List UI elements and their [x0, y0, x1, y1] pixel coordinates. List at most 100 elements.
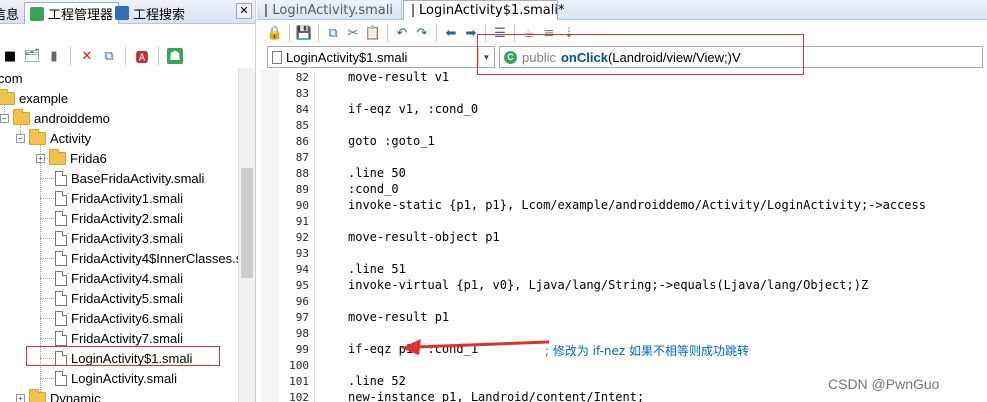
android-icon: [30, 6, 44, 21]
expand-icon[interactable]: +: [16, 393, 25, 402]
tree-item-label: FridaActivity5.smali: [71, 290, 183, 306]
bookmark-icon[interactable]: ▮: [46, 48, 62, 64]
tree-guide: [40, 258, 54, 259]
file-icon: [55, 170, 67, 186]
scrollbar-thumb[interactable]: [241, 168, 253, 278]
tree-item-label: BaseFridaActivity.smali: [71, 170, 205, 186]
back-icon[interactable]: ⬅: [443, 25, 459, 41]
tree-item-file[interactable]: FridaActivity7.smali: [55, 328, 183, 348]
code-line: .line 52: [348, 374, 406, 388]
code-line: goto :goto_1: [348, 134, 435, 148]
stop-icon[interactable]: ■: [2, 48, 18, 64]
toolbar-separator: [158, 47, 159, 65]
code-line: new-instance p1, Landroid/content/Intent…: [348, 390, 645, 402]
tree-item-file[interactable]: BaseFridaActivity.smali: [55, 168, 204, 188]
find-file-icon[interactable]: 🗂: [24, 48, 41, 64]
tree-scrollbar[interactable]: [238, 68, 255, 402]
tree-item-file[interactable]: FridaActivity4.smali: [55, 268, 183, 288]
redo-icon[interactable]: ↷: [414, 25, 430, 41]
line-number: 86: [295, 135, 309, 148]
tree-item-file[interactable]: FridaActivity4$InnerClasses.s: [55, 248, 242, 268]
tree-item-label: example: [19, 90, 69, 106]
toolbar-separator: [70, 47, 71, 65]
tab-info[interactable]: 信息: [0, 2, 24, 24]
highlight-box: [477, 34, 804, 75]
tree-item-label: FridaActivity6.smali: [71, 310, 183, 326]
tree-item-file[interactable]: LoginActivity.smali: [55, 368, 177, 388]
tree-item-file[interactable]: FridaActivity1.smali: [55, 188, 183, 208]
toolbar-separator: [289, 24, 290, 42]
tree-guide: [40, 178, 54, 179]
class-selector[interactable]: LoginActivity$1.smali ▼: [267, 46, 495, 68]
tree-item-activity[interactable]: − Activity: [16, 128, 91, 148]
android-build-icon[interactable]: ☗: [167, 48, 183, 64]
file-icon: [55, 290, 67, 306]
tab-project-search[interactable]: 工程搜索: [110, 2, 190, 24]
line-number: 95: [295, 279, 309, 292]
tree-item-example[interactable]: example: [0, 88, 68, 108]
lock-icon[interactable]: 🔒: [267, 25, 283, 41]
file-icon: [55, 210, 67, 226]
line-number: 100: [289, 359, 309, 372]
arrow-head: [401, 339, 421, 355]
file-icon: [55, 310, 67, 326]
file-icon: [55, 330, 67, 346]
code-comment: ; 修改为 if-nez 如果不相等则成功跳转: [545, 344, 750, 358]
toolbar-separator: [125, 47, 126, 65]
expand-icon[interactable]: +: [36, 153, 45, 163]
line-number: 93: [295, 247, 309, 260]
tree-item-file[interactable]: FridaActivity6.smali: [55, 308, 183, 328]
tree-item-label: FridaActivity1.smali: [71, 190, 183, 206]
paste-icon[interactable]: 📋: [365, 25, 381, 41]
line-number: 88: [295, 167, 309, 180]
code-line: move-result p1: [348, 310, 450, 324]
toolbar-separator: [318, 24, 319, 42]
tab-loginactivity[interactable]: LoginActivity.smali: [257, 0, 402, 20]
project-panel: 信息 工程管理器 工程搜索 ✕ ■ 🗂 ▮ ✕ ⧉ 🅰 ☗: [0, 0, 256, 402]
cut-icon[interactable]: ✂: [345, 25, 361, 41]
tree-guide: [40, 238, 54, 239]
tree-item-label: FridaActivity4.smali: [71, 270, 183, 286]
arrow-shaft: [416, 340, 550, 349]
line-number: 91: [295, 215, 309, 228]
undo-icon[interactable]: ↶: [394, 25, 410, 41]
folder-icon: [0, 88, 15, 105]
editor-tabs: LoginActivity.smali LoginActivity$1.smal…: [257, 0, 987, 20]
tree-item-label: FridaActivity7.smali: [71, 330, 183, 346]
tab-label: LoginActivity$1.smali*: [419, 3, 565, 18]
tree-item-dynamic[interactable]: + Dynamic: [16, 388, 101, 402]
tree-item-file[interactable]: FridaActivity5.smali: [55, 288, 183, 308]
save-icon[interactable]: 💾: [296, 25, 312, 41]
red-arrow: [401, 339, 550, 355]
code-line: move-result v1: [348, 70, 450, 84]
code-line: invoke-static {p1, p1}, Lcom/example/and…: [348, 198, 926, 212]
toolbar-separator: [387, 24, 388, 42]
rename-icon[interactable]: ⧉: [101, 48, 117, 64]
tree-item-com[interactable]: com: [0, 68, 23, 88]
toolbar-separator: [436, 24, 437, 42]
tree-item-file[interactable]: FridaActivity2.smali: [55, 208, 183, 228]
tab-project-manager[interactable]: 工程管理器: [24, 2, 120, 24]
folder-icon: [13, 108, 30, 125]
folder-icon: [29, 128, 46, 145]
close-icon[interactable]: ✕: [236, 3, 252, 19]
tree-item-androiddemo[interactable]: − androiddemo: [0, 108, 110, 128]
line-number: 94: [295, 263, 309, 276]
project-toolbar: ■ 🗂 ▮ ✕ ⧉ 🅰 ☗: [0, 44, 255, 68]
document-icon[interactable]: 🅰: [134, 48, 150, 66]
panel-tabs: 信息 工程管理器 工程搜索 ✕: [0, 0, 255, 24]
collapse-icon[interactable]: −: [16, 133, 25, 143]
tab-project-manager-label: 工程管理器: [48, 8, 114, 23]
collapse-icon[interactable]: −: [0, 113, 9, 123]
code-line: .line 50: [348, 166, 406, 180]
tree-item-label: FridaActivity2.smali: [71, 210, 183, 226]
tab-project-search-label: 工程搜索: [133, 7, 186, 23]
tree-item-frida6[interactable]: + Frida6: [36, 148, 107, 168]
delete-icon[interactable]: ✕: [79, 48, 95, 64]
tree-item-label: com: [0, 70, 23, 86]
tab-loginactivity-1[interactable]: LoginActivity$1.smali*: [403, 0, 565, 20]
tree-guide: [40, 218, 54, 219]
tree-guide: [40, 338, 54, 339]
copy-icon[interactable]: ⧉: [325, 25, 341, 41]
tree-item-file[interactable]: FridaActivity3.smali: [55, 228, 183, 248]
